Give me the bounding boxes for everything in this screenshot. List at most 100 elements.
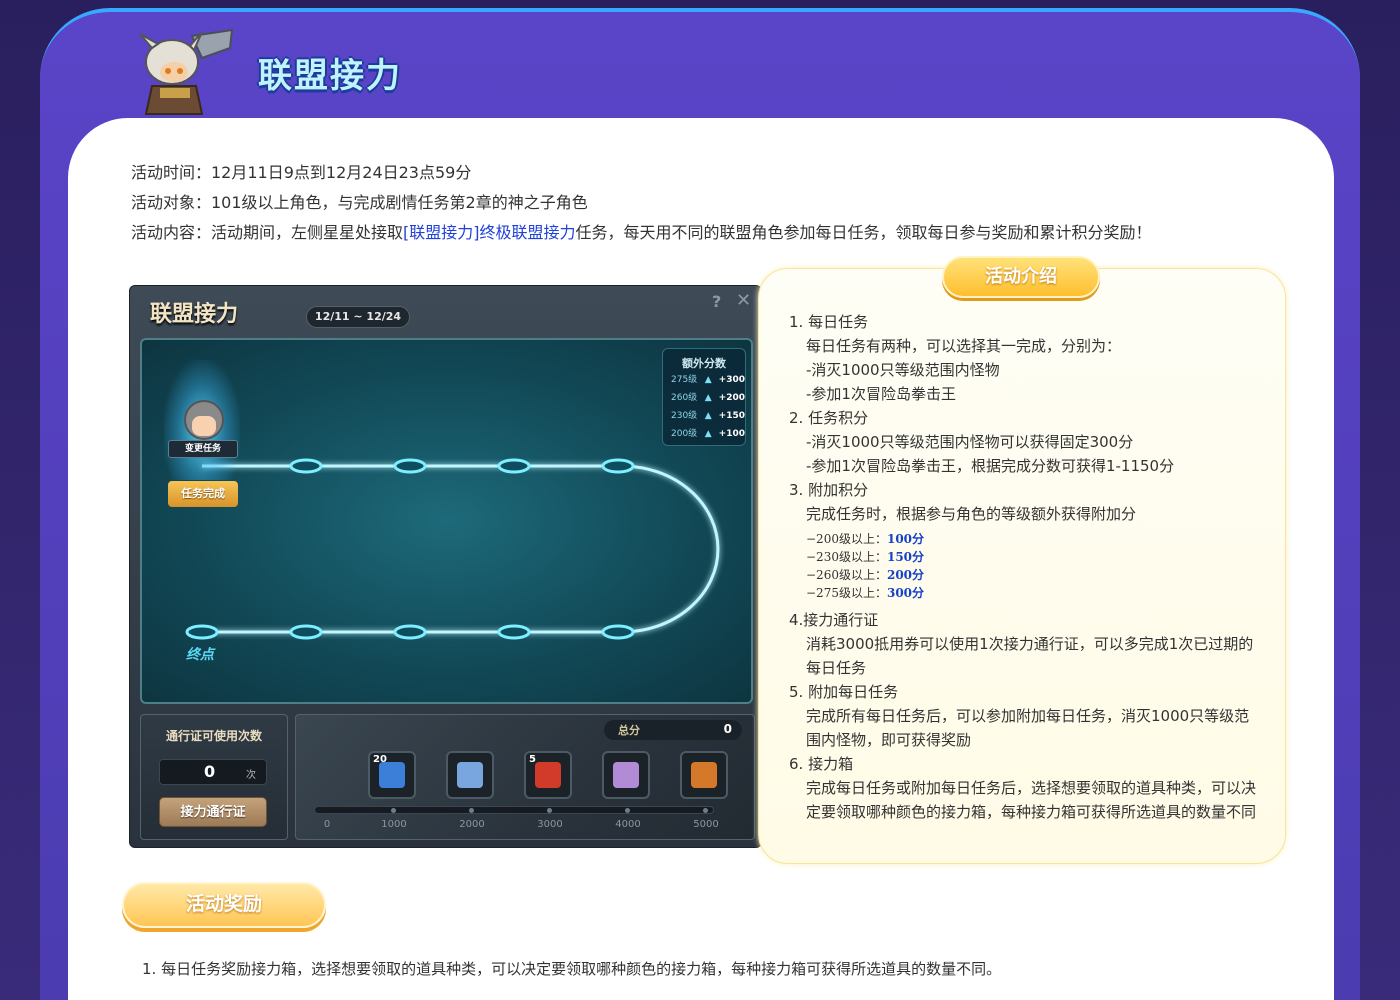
intro-text: -参加1次冒险岛拳击王	[806, 385, 956, 403]
intro-heading: 6. 接力箱	[789, 755, 854, 773]
bonus-level: 230级	[671, 411, 698, 421]
reward-slot-card[interactable]	[446, 751, 494, 799]
intro-heading: 4.接力通行证	[789, 611, 879, 629]
help-icon[interactable]: ?	[712, 292, 721, 311]
bonus-score-table: 额外分数 275级 ▲ +300 260级 ▲ +200 230级 ▲ +150 200级 ▲…	[662, 348, 746, 446]
bonus-level-points: 300分	[886, 586, 925, 600]
bonus-points: +150	[718, 411, 745, 421]
bonus-level-label: −275级以上：	[806, 586, 887, 600]
intro-text: 完成每日任务或附加每日任务后，选择想要领取的道具种类，可以决	[806, 779, 1257, 797]
rewards-tab[interactable]: 活动奖励	[122, 882, 326, 928]
intro-heading: 1. 每日任务	[789, 313, 869, 331]
tick-label: 4000	[615, 819, 641, 830]
task-complete-button[interactable]: 任务完成	[168, 481, 238, 507]
up-arrow-icon: ▲	[704, 411, 712, 421]
intro-text: 每日任务有两种，可以选择其一完成，分别为：	[806, 337, 1122, 355]
bonus-level-label: −230级以上：	[806, 550, 887, 564]
change-task-button[interactable]: 变更任务	[168, 440, 238, 458]
tick-label: 0	[323, 819, 331, 830]
event-time: 活动时间：12月11日9点到12月24日23点59分	[131, 163, 472, 182]
tick-label: 3000	[537, 819, 563, 830]
reward-slot-gem[interactable]: 5	[524, 751, 572, 799]
intro-body: 1. 每日任务 每日任务有两种，可以选择其一完成，分别为： -消灭1000只等级…	[789, 310, 1256, 824]
date-range: 12/11 ~ 12/24	[306, 306, 410, 328]
bonus-level-line: −275级以上：300分	[789, 584, 1256, 602]
pass-count-unit: 次	[246, 770, 256, 781]
tick-dot	[625, 808, 630, 813]
up-arrow-icon: ▲	[704, 429, 712, 439]
reward-slot-merchant[interactable]	[680, 751, 728, 799]
bonus-level-label: −260级以上：	[806, 568, 887, 582]
tick-label: 2000	[459, 819, 485, 830]
calendar-scroll-icon	[613, 762, 639, 788]
bonus-points: +300	[718, 375, 745, 385]
intro-text: -消灭1000只等级范围内怪物	[806, 361, 1000, 379]
tick-dot	[703, 808, 708, 813]
total-label: 总分	[618, 724, 640, 737]
intro-text: 完成所有每日任务后，可以参加附加每日任务，消灭1000只等级范	[806, 707, 1250, 725]
event-info: 活动时间：12月11日9点到12月24日23点59分 活动对象：101级以上角色…	[131, 158, 1152, 248]
intro-tab[interactable]: 活动介绍	[942, 256, 1100, 298]
quest-link[interactable]: [联盟接力]终极联盟接力	[403, 223, 576, 242]
track-node	[601, 458, 635, 474]
bonus-level: 275级	[671, 375, 698, 385]
pass-count-value: 0	[204, 762, 216, 781]
bonus-level-points: 150分	[886, 550, 925, 564]
reward-slot-calendar[interactable]	[602, 751, 650, 799]
intro-text: -参加1次冒险岛拳击王，根据完成分数可获得1-1150分	[806, 457, 1175, 475]
intro-text: 围内怪物，即可获得奖励	[806, 731, 972, 749]
track-node	[497, 624, 531, 640]
event-content: 活动内容：活动期间，左侧星星处接取[联盟接力]终极联盟接力任务，每天用不同的联盟…	[131, 218, 1152, 248]
end-label: 终点	[186, 647, 214, 663]
bonus-level-line: −230级以上：150分	[789, 548, 1256, 566]
bonus-level-label: −200级以上：	[806, 532, 887, 546]
bonus-row: 200级 ▲ +100	[663, 425, 745, 443]
bonus-row: 275级 ▲ +300	[663, 371, 745, 389]
event-content-suffix: 任务，每天用不同的联盟角色参加每日任务，领取每日参与奖励和累计积分奖励！	[575, 223, 1152, 242]
bonus-level-points: 100分	[886, 532, 925, 546]
track-node	[185, 624, 219, 640]
tick-dot	[469, 808, 474, 813]
tick-dot	[547, 808, 552, 813]
event-target: 活动对象：101级以上角色，与完成剧情任务第2章的神之子角色	[131, 193, 588, 212]
up-arrow-icon: ▲	[704, 375, 712, 385]
track-node	[393, 458, 427, 474]
score-rewards: 总分 0 20 5 0 1000 2000 3000 4000 5000	[295, 714, 755, 840]
character-face	[192, 416, 216, 436]
merchant-icon	[691, 762, 717, 788]
tick-dot	[391, 808, 396, 813]
track-node	[289, 458, 323, 474]
relay-game-panel: 联盟接力 12/11 ~ 12/24 ? ✕ 额外分数 275级 ▲ +300 26…	[129, 285, 762, 848]
bonus-level-line: −200级以上：100分	[789, 530, 1256, 548]
total-score: 总分 0	[604, 720, 742, 740]
track-node	[393, 624, 427, 640]
track-node	[497, 458, 531, 474]
total-value: 0	[723, 722, 732, 736]
bonus-title: 额外分数	[682, 357, 726, 370]
panel-title: 联盟接力	[150, 302, 239, 327]
bonus-level: 200级	[671, 429, 698, 439]
intro-text: 定要领取哪种颜色的接力箱，每种接力箱可获得所选道具的数量不同	[806, 803, 1257, 821]
pass-label: 通行证可使用次数	[165, 729, 262, 743]
intro-text: -消灭1000只等级范围内怪物可以获得固定300分	[806, 433, 1134, 451]
relay-pass-button[interactable]: 接力通行证	[159, 797, 267, 827]
track-node	[289, 624, 323, 640]
score-progress-bar	[314, 806, 714, 814]
up-arrow-icon: ▲	[704, 393, 712, 403]
rewards-description: 1. 每日任务奖励接力箱，选择想要领取的道具种类，可以决定要领取哪种颜色的接力箱…	[142, 960, 1002, 978]
bonus-points: +200	[718, 393, 745, 403]
close-icon[interactable]: ✕	[736, 290, 751, 311]
relay-track: 额外分数 275级 ▲ +300 260级 ▲ +200 230级 ▲ +150 200级 ▲…	[140, 338, 753, 704]
intro-text: 完成任务时，根据参与角色的等级额外获得附加分	[806, 505, 1137, 523]
intro-text: 每日任务	[806, 659, 867, 677]
event-content-prefix: 活动内容：活动期间，左侧星星处接取	[131, 223, 404, 242]
bonus-row: 260级 ▲ +200	[663, 389, 745, 407]
intro-heading: 2. 任务积分	[789, 409, 869, 427]
bonus-level: 260级	[671, 393, 698, 403]
tick-label: 5000	[693, 819, 719, 830]
mascot-icon	[139, 28, 234, 115]
intro-text: 消耗3000抵用券可以使用1次接力通行证，可以多完成1次已过期的	[806, 635, 1254, 653]
reward-slot-vip[interactable]: 20	[368, 751, 416, 799]
red-gem-icon	[535, 762, 561, 788]
vip-ticket-icon	[379, 762, 405, 788]
